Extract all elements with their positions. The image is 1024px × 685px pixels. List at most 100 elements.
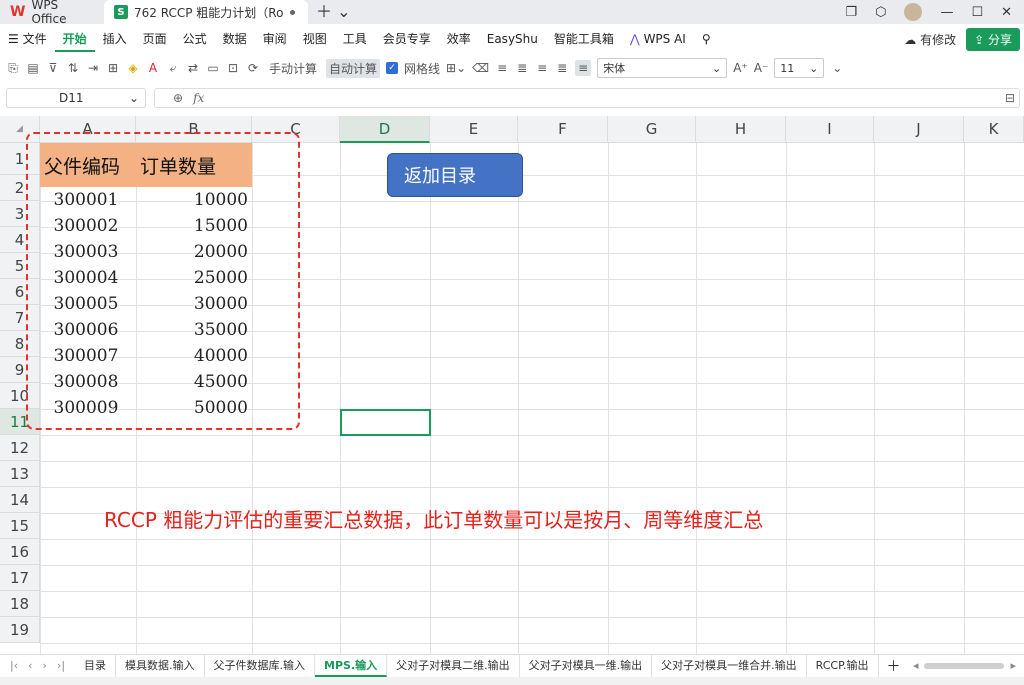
table-style-icon[interactable]: ⊞⌄	[446, 61, 466, 75]
sheet-tab[interactable]: 模具数据.输入	[116, 654, 205, 677]
convert-icon[interactable]: ⇄	[186, 61, 200, 75]
tab-wps-home[interactable]: W WPS Office	[0, 0, 100, 26]
last-sheet-icon[interactable]: ›|	[57, 659, 65, 672]
fx-icon[interactable]: fx	[193, 91, 204, 105]
gridlines-label: 网格线	[404, 61, 441, 76]
row-header-19[interactable]: 19	[0, 617, 40, 643]
new-tab-button[interactable]: ＋ ⌄	[316, 0, 351, 24]
align-justify-icon[interactable]: ≡	[575, 60, 592, 76]
row-header-17[interactable]: 17	[0, 565, 40, 591]
column-header-f[interactable]: F	[518, 116, 608, 143]
paste-format-icon[interactable]: ⎘	[6, 61, 20, 76]
menu-view[interactable]: 视图	[295, 26, 335, 52]
scroll-thumb[interactable]	[924, 662, 1005, 669]
menu-efficiency[interactable]: 效率	[439, 26, 479, 52]
row-header-16[interactable]: 16	[0, 539, 40, 565]
menu-wps-ai[interactable]: ⋀ WPS AI	[622, 26, 694, 52]
menu-formula[interactable]: 公式	[175, 26, 215, 52]
search-icon[interactable]: ⚲	[694, 26, 719, 52]
calc-icon[interactable]: ⊡	[226, 61, 240, 75]
menu-review[interactable]: 审阅	[255, 26, 295, 52]
menu-data[interactable]: 数据	[215, 26, 255, 52]
selected-cell-d11[interactable]	[340, 409, 431, 436]
back-to-index-button[interactable]: 返加目录	[387, 153, 523, 197]
font-shrink-icon[interactable]: A⁻	[754, 61, 769, 75]
cube-icon[interactable]: ⬡	[875, 5, 886, 20]
filter-icon[interactable]: ⊽	[46, 61, 60, 75]
expand-ribbon-icon[interactable]: ⌄	[830, 61, 844, 75]
manual-calc-button[interactable]: 手动计算	[266, 59, 320, 78]
scroll-left-icon[interactable]: ◂	[913, 659, 919, 672]
menu-insert[interactable]: 插入	[95, 26, 135, 52]
column-header-g[interactable]: G	[608, 116, 696, 143]
clear-icon[interactable]: ⌫	[472, 61, 489, 75]
zoom-formula-icon[interactable]: ⊕	[173, 91, 183, 105]
font-name-select[interactable]: 宋体 ⌄	[597, 58, 728, 78]
clipboard-icon[interactable]: ▤	[26, 61, 40, 75]
formula-input[interactable]: ⊕ fx ⊟	[154, 88, 1020, 108]
horizontal-scrollbar[interactable]: ◂ ▸	[913, 659, 1024, 672]
column-header-i[interactable]: I	[786, 116, 874, 143]
restore-tab-icon[interactable]: ❐	[845, 5, 857, 20]
note-text: RCCP 粗能力评估的重要汇总数据，此订单数量可以是按月、周等维度汇总	[104, 508, 764, 532]
font-grow-icon[interactable]: A⁺	[733, 61, 748, 75]
first-sheet-icon[interactable]: |‹	[10, 659, 18, 672]
menu-page[interactable]: 页面	[135, 26, 175, 52]
menu-wps-ai-label: WPS AI	[643, 32, 686, 46]
print-area-icon[interactable]: ▭	[206, 61, 220, 75]
gridlines-checkbox[interactable]: ✓	[386, 62, 399, 74]
sort-icon[interactable]: ⇅	[66, 61, 80, 75]
menu-easyshu[interactable]: EasyShu	[479, 26, 546, 52]
menu-home[interactable]: 开始	[54, 26, 95, 52]
minimize-icon[interactable]: —	[940, 5, 953, 20]
spreadsheet-grid[interactable]: ◢ A B C D E F G H I J K 1 2 3 4 5 6 7 8 9 10 11 12 13 14 15 16 17 18 1…	[0, 116, 1024, 654]
column-header-k[interactable]: K	[964, 116, 1024, 143]
recalc-icon[interactable]: ⟳	[246, 61, 260, 75]
menu-member[interactable]: 会员专享	[375, 26, 439, 52]
add-sheet-icon[interactable]: ＋	[879, 656, 909, 676]
row-header-18[interactable]: 18	[0, 591, 40, 617]
maximize-icon[interactable]: ☐	[971, 5, 983, 20]
prev-sheet-icon[interactable]: ‹	[28, 659, 32, 672]
fill-color-icon[interactable]: ◈	[126, 61, 140, 75]
menu-tools[interactable]: 工具	[335, 26, 375, 52]
align-left-icon[interactable]: ≣	[515, 61, 529, 75]
align-top-icon[interactable]: ≡	[495, 61, 509, 75]
sheet-tab[interactable]: 父对子对模具一维合并.输出	[652, 654, 807, 677]
next-sheet-icon[interactable]: ›	[43, 659, 47, 672]
sheet-tab[interactable]: 父对子对模具二维.输出	[387, 654, 520, 677]
expand-formula-icon[interactable]: ⊟	[1005, 91, 1015, 105]
row-header-14[interactable]: 14	[0, 487, 40, 513]
modified-indicator[interactable]: ☁ 有修改	[904, 31, 956, 48]
menu-smart-toolbox[interactable]: 智能工具箱	[546, 26, 622, 52]
freeze-icon[interactable]: ⇥	[86, 61, 100, 75]
font-size-select[interactable]: 11 ⌄	[774, 58, 825, 78]
sheet-tab[interactable]: 父对子对模具一维.输出	[520, 654, 653, 677]
tab-document[interactable]: S 762 RCCP 粗能力计划（Rough-C	[104, 0, 308, 24]
row-header-12[interactable]: 12	[0, 435, 40, 461]
sheet-tab[interactable]: 父子件数据库.输入	[205, 654, 316, 677]
wrap-icon[interactable]: ⤶	[166, 61, 180, 76]
share-button[interactable]: ⇪ 分享	[966, 27, 1020, 51]
grid-line-h	[40, 461, 1024, 462]
sheet-tab[interactable]: MPS.输入	[315, 654, 388, 677]
avatar[interactable]	[904, 3, 923, 21]
column-header-e[interactable]: E	[430, 116, 518, 143]
column-header-j[interactable]: J	[874, 116, 964, 143]
align-center-icon[interactable]: ≡	[535, 61, 549, 75]
menu-file[interactable]: ☰ 文件	[0, 26, 55, 52]
row-header-13[interactable]: 13	[0, 461, 40, 487]
sheet-tab[interactable]: 目录	[75, 654, 117, 677]
align-right-icon[interactable]: ≣	[555, 61, 569, 75]
column-header-d[interactable]: D	[340, 116, 430, 143]
name-box[interactable]: D11 ⌄	[6, 88, 146, 108]
border-icon[interactable]: ⊞	[106, 61, 120, 75]
scroll-right-icon[interactable]: ▸	[1010, 659, 1016, 672]
sheet-tab[interactable]: RCCP.输出	[807, 654, 879, 677]
unsaved-dot-icon[interactable]	[290, 9, 295, 15]
auto-calc-button[interactable]: 自动计算	[326, 58, 381, 78]
close-icon[interactable]: ✕	[1001, 5, 1012, 20]
font-color-icon[interactable]: A	[146, 61, 160, 75]
column-header-h[interactable]: H	[696, 116, 786, 143]
row-header-15[interactable]: 15	[0, 513, 40, 539]
